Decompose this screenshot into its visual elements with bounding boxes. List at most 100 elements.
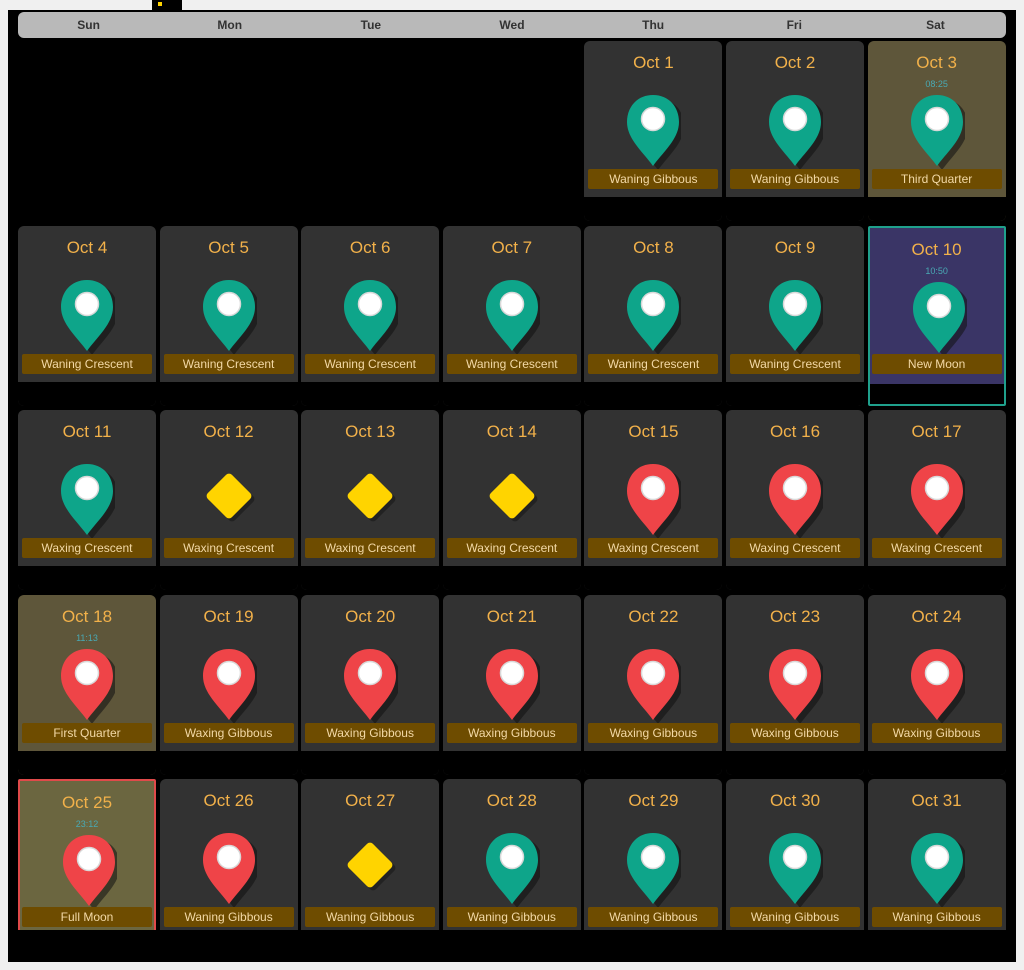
- moon-phase-label: Waning Gibbous: [730, 907, 860, 927]
- teal-pin-icon: [625, 831, 685, 908]
- weekday-thu: Thu: [642, 18, 665, 32]
- day-date-label: Oct 21: [486, 606, 537, 626]
- yellow-diamond-icon: [484, 460, 540, 536]
- teal-pin-icon: [625, 93, 685, 170]
- day-date-label: Oct 16: [769, 422, 821, 441]
- day-cell[interactable]: Oct 12 Waxing Crescent: [159, 410, 298, 590]
- weekday-sun: Sun: [77, 18, 100, 32]
- day-date-label: Oct 8: [633, 237, 674, 257]
- cell-footer: [867, 750, 1006, 775]
- moon-phase-label: Waxing Crescent: [446, 538, 577, 558]
- cell-footer: [869, 383, 1004, 404]
- day-cell[interactable]: Oct 13 Waxing Crescent: [301, 410, 440, 590]
- day-cell[interactable]: Oct 3 08:25 Third Quarter: [867, 41, 1006, 221]
- moon-phase-label: Waning Gibbous: [588, 169, 719, 189]
- red-pin-icon: [625, 647, 685, 724]
- moon-phase-label: New Moon: [871, 353, 1002, 374]
- day-date-label: Oct 22: [628, 606, 679, 626]
- cell-footer: [442, 381, 581, 406]
- yellow-diamond-icon: [342, 460, 398, 536]
- day-date-label: Oct 15: [628, 422, 679, 441]
- cell-footer: [584, 566, 723, 590]
- cell-footer: [584, 750, 723, 775]
- day-cell[interactable]: Oct 11 Waxing Crescent: [18, 410, 156, 590]
- phase-time-label: 11:13: [76, 632, 98, 643]
- day-cell[interactable]: Oct 4 Waning Crescent: [18, 225, 156, 406]
- day-cell[interactable]: Oct 10 10:50 New Moon: [867, 225, 1006, 406]
- teal-pin-icon: [911, 280, 970, 357]
- moon-phase-label: Waxing Crescent: [730, 538, 860, 558]
- moon-phase-label: Waning Crescent: [22, 353, 152, 374]
- cell-footer: [301, 566, 440, 590]
- teal-pin-icon: [625, 278, 685, 355]
- teal-pin-icon: [484, 278, 543, 355]
- moon-calendar: Sun Mon Tue Wed Thu Fri Sat Oct 1 Waning …: [8, 10, 1016, 962]
- day-cell[interactable]: Oct 15 Waxing Crescent: [584, 410, 723, 590]
- phase-time-label: 23:12: [75, 819, 99, 829]
- moon-phase-label: Waning Gibbous: [305, 907, 436, 927]
- teal-pin-icon: [59, 462, 118, 539]
- moon-phase-label: Waxing Crescent: [305, 538, 436, 558]
- day-cell[interactable]: Oct 8 Waning Crescent: [584, 225, 723, 406]
- day-cell[interactable]: Oct 22 Waxing Gibbous: [584, 594, 723, 775]
- day-cell[interactable]: Oct 24 Waxing Gibbous: [867, 594, 1006, 775]
- moon-phase-label: Waxing Crescent: [588, 538, 719, 558]
- moon-phase-label: Waning Crescent: [588, 353, 719, 374]
- day-date-label: Oct 11: [62, 422, 112, 441]
- moon-phase-label: Waning Gibbous: [588, 907, 719, 927]
- yellow-diamond-icon: [201, 460, 257, 536]
- red-pin-icon: [59, 647, 118, 724]
- day-cell[interactable]: Oct 16 Waxing Crescent: [726, 410, 864, 590]
- day-cell[interactable]: Oct 5 Waning Crescent: [159, 225, 298, 406]
- top-indicator: [152, 0, 182, 10]
- day-cell[interactable]: Oct 6 Waning Crescent: [301, 225, 440, 406]
- moon-phase-label: Waxing Gibbous: [871, 722, 1002, 743]
- red-pin-icon: [201, 647, 260, 724]
- day-date-label: Oct 29: [628, 791, 679, 810]
- empty-day-cell: [301, 41, 440, 221]
- moon-phase-label: Waning Gibbous: [730, 169, 860, 189]
- teal-pin-icon: [909, 93, 968, 170]
- day-cell[interactable]: Oct 23 Waxing Gibbous: [726, 594, 864, 775]
- phase-time-label: 10:50: [925, 265, 948, 276]
- day-date-label: Oct 20: [345, 606, 396, 626]
- cell-footer: [726, 566, 864, 590]
- day-cell[interactable]: Oct 17 Waxing Crescent: [867, 410, 1006, 590]
- day-date-label: Oct 14: [486, 422, 537, 441]
- moon-phase-label: Full Moon: [22, 907, 152, 927]
- day-date-label: Oct 9: [774, 237, 816, 257]
- teal-pin-icon: [484, 831, 543, 908]
- phase-time-label: 08:25: [925, 79, 948, 89]
- moon-phase-label: First Quarter: [22, 722, 152, 743]
- teal-pin-icon: [767, 278, 826, 355]
- day-date-label: Oct 13: [345, 422, 396, 441]
- day-cell[interactable]: Oct 1 Waning Gibbous: [584, 41, 723, 221]
- day-date-label: Oct 23: [769, 606, 821, 626]
- cell-footer: [442, 750, 581, 775]
- day-date-label: Oct 1: [633, 53, 674, 72]
- day-cell[interactable]: Oct 7 Waning Crescent: [442, 225, 581, 406]
- day-cell[interactable]: Oct 14 Waxing Crescent: [442, 410, 581, 590]
- empty-day-cell: [159, 41, 298, 221]
- day-cell[interactable]: Oct 18 11:13 First Quarter: [18, 594, 156, 775]
- bottom-bar: [8, 930, 1016, 962]
- teal-pin-icon: [201, 278, 260, 355]
- day-cell[interactable]: Oct 20 Waxing Gibbous: [301, 594, 440, 775]
- day-date-label: Oct 25: [61, 793, 113, 812]
- empty-day-cell: [442, 41, 581, 221]
- day-cell[interactable]: Oct 2 Waning Gibbous: [726, 41, 864, 221]
- red-pin-icon: [342, 647, 402, 724]
- empty-day-cell: [18, 41, 156, 221]
- day-date-label: Oct 17: [911, 422, 962, 441]
- moon-phase-label: Waning Gibbous: [163, 907, 294, 927]
- yellow-diamond-icon: [342, 829, 398, 905]
- day-date-label: Oct 26: [203, 791, 254, 810]
- day-cell[interactable]: Oct 19 Waxing Gibbous: [159, 594, 298, 775]
- weekday-header: Sun Mon Tue Wed Thu Fri Sat: [18, 12, 1006, 38]
- day-cell[interactable]: Oct 21 Waxing Gibbous: [442, 594, 581, 775]
- cell-footer: [18, 566, 156, 590]
- day-cell[interactable]: Oct 9 Waning Crescent: [726, 225, 864, 406]
- moon-phase-label: Waning Crescent: [305, 353, 436, 374]
- day-date-label: Oct 30: [769, 791, 821, 810]
- day-date-label: Oct 27: [345, 791, 396, 810]
